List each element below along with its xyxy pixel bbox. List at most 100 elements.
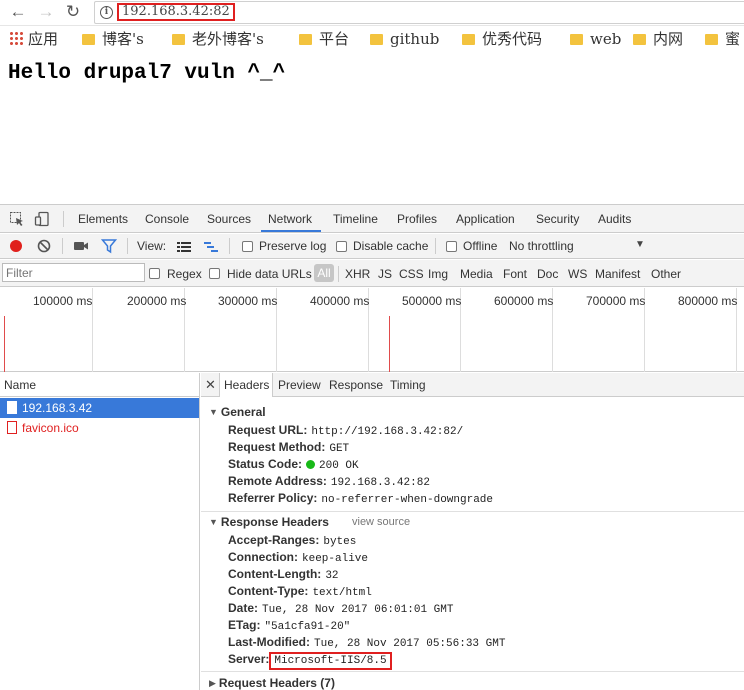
bookmark-folder[interactable]: 蜜: [705, 29, 740, 49]
name-column-header[interactable]: Name: [0, 373, 199, 397]
tab-security[interactable]: Security: [536, 212, 579, 226]
devtools-tab-bar: Elements Console Sources Network Timelin…: [0, 205, 744, 233]
tab-preview[interactable]: Preview: [278, 378, 321, 392]
bookmark-folder[interactable]: 平台: [299, 29, 349, 49]
url-text[interactable]: 192.168.3.42:82: [117, 3, 235, 21]
tab-elements[interactable]: Elements: [78, 212, 128, 226]
tab-profiles[interactable]: Profiles: [397, 212, 437, 226]
request-row[interactable]: 192.168.3.42: [0, 398, 199, 418]
filter-media[interactable]: Media: [460, 267, 493, 281]
content-length-row: Content-Length: 32: [228, 567, 339, 582]
active-tab-indicator: [261, 230, 321, 232]
filter-other[interactable]: Other: [651, 267, 681, 281]
device-toolbar-icon[interactable]: [34, 211, 50, 227]
dom-content-loaded-marker: [4, 316, 5, 372]
folder-icon: [82, 34, 95, 45]
hide-data-urls-label: Hide data URLs: [227, 267, 312, 281]
address-bar[interactable]: i 192.168.3.42:82: [94, 1, 744, 24]
disable-cache-checkbox[interactable]: [336, 241, 347, 252]
filter-js[interactable]: JS: [378, 267, 392, 281]
filter-bar: Regex Hide data URLs All XHR JS CSS Img …: [0, 260, 744, 287]
expanded-arrow-icon: ▼: [209, 407, 218, 417]
tab-response[interactable]: Response: [329, 378, 383, 392]
throttling-select[interactable]: No throttling: [509, 239, 574, 253]
content-type-row: Content-Type: text/html: [228, 584, 372, 599]
bookmark-folder[interactable]: 博客's: [82, 29, 144, 49]
accept-ranges-row: Accept-Ranges: bytes: [228, 533, 357, 548]
request-headers-section-toggle[interactable]: ▶ Request Headers (7): [209, 676, 335, 690]
capture-screenshots-icon[interactable]: [73, 238, 89, 254]
connection-row: Connection: keep-alive: [228, 550, 369, 565]
offline-checkbox[interactable]: [446, 241, 457, 252]
back-button[interactable]: ←: [8, 2, 28, 22]
filter-doc[interactable]: Doc: [537, 267, 558, 281]
record-icon[interactable]: [8, 238, 24, 254]
filter-xhr[interactable]: XHR: [345, 267, 370, 281]
network-toolbar: View: Preserve log Disable cache Offline…: [0, 234, 744, 259]
clear-icon[interactable]: [36, 238, 52, 254]
large-rows-icon[interactable]: [176, 239, 192, 255]
filter-icon[interactable]: [101, 238, 117, 254]
info-icon[interactable]: i: [100, 6, 113, 19]
folder-icon: [299, 34, 312, 45]
detail-tab-bar: ✕ Headers Preview Response Timing: [201, 373, 744, 397]
regex-checkbox[interactable]: [149, 268, 160, 279]
forward-button[interactable]: →: [36, 2, 56, 22]
filter-img[interactable]: Img: [428, 267, 448, 281]
reload-button[interactable]: ↻: [63, 2, 83, 22]
date-row: Date: Tue, 28 Nov 2017 06:01:01 GMT: [228, 601, 454, 616]
preserve-log-label: Preserve log: [259, 239, 327, 253]
preserve-log-checkbox[interactable]: [242, 241, 253, 252]
devtools-panel: Elements Console Sources Network Timelin…: [0, 204, 744, 690]
timeline-tick-label: 100000 ms: [33, 294, 93, 308]
tab-timeline[interactable]: Timeline: [333, 212, 378, 226]
response-headers-section-toggle[interactable]: ▼ Response Headers: [209, 515, 329, 529]
folder-icon: [633, 34, 646, 45]
tab-application[interactable]: Application: [456, 212, 515, 226]
throttling-dropdown-icon[interactable]: ▼: [635, 239, 645, 250]
tab-network[interactable]: Network: [268, 212, 312, 226]
view-source-link[interactable]: view source: [352, 516, 410, 528]
inspect-element-icon[interactable]: [9, 211, 25, 227]
filter-input[interactable]: [2, 263, 145, 282]
collapsed-arrow-icon: ▶: [209, 678, 216, 688]
general-section-toggle[interactable]: ▼ General: [209, 405, 266, 419]
tab-console[interactable]: Console: [145, 212, 189, 226]
network-overview-timeline[interactable]: 100000 ms 200000 ms 300000 ms 400000 ms …: [0, 288, 744, 372]
folder-icon: [172, 34, 185, 45]
server-row: Server: Microsoft-IIS/8.5: [228, 652, 392, 670]
regex-label: Regex: [167, 267, 202, 281]
browser-toolbar: ← → ↻ i 192.168.3.42:82: [0, 0, 744, 26]
timeline-tick-label: 500000 ms: [402, 294, 462, 308]
server-value-highlight: Microsoft-IIS/8.5: [269, 652, 392, 670]
tab-timing[interactable]: Timing: [390, 378, 426, 392]
expanded-arrow-icon: ▼: [209, 517, 218, 527]
bookmark-folder[interactable]: github: [370, 29, 439, 49]
tab-sources[interactable]: Sources: [207, 212, 251, 226]
filter-font[interactable]: Font: [503, 267, 527, 281]
filter-css[interactable]: CSS: [399, 267, 424, 281]
bookmark-folder[interactable]: 内网: [633, 29, 683, 49]
waterfall-overview-icon[interactable]: [203, 239, 219, 255]
bookmark-apps[interactable]: 应用: [9, 29, 58, 49]
tab-headers[interactable]: Headers: [224, 378, 269, 392]
hide-data-urls-checkbox[interactable]: [209, 268, 220, 279]
timeline-tick-label: 800000 ms: [678, 294, 738, 308]
request-url-row: Request URL: http://192.168.3.42:82/: [228, 423, 464, 438]
bookmark-folder[interactable]: web: [570, 29, 621, 49]
close-icon[interactable]: ✕: [205, 377, 216, 393]
offline-label: Offline: [463, 239, 498, 253]
bookmarks-bar: 应用 博客's 老外博客's 平台 github 优秀代码 web 内网 蜜: [0, 26, 744, 52]
tab-audits[interactable]: Audits: [598, 212, 631, 226]
document-icon: [7, 401, 17, 414]
timeline-tick-label: 600000 ms: [494, 294, 554, 308]
bookmark-folder[interactable]: 老外博客's: [172, 29, 264, 49]
timeline-tick-label: 300000 ms: [218, 294, 278, 308]
filter-manifest[interactable]: Manifest: [595, 267, 640, 281]
bookmark-folder[interactable]: 优秀代码: [462, 29, 542, 49]
filter-ws[interactable]: WS: [568, 267, 587, 281]
page-heading: Hello drupal7 vuln ^_^: [8, 62, 286, 85]
filter-all-button[interactable]: All: [314, 264, 334, 282]
remote-address-row: Remote Address: 192.168.3.42:82: [228, 474, 430, 489]
request-row[interactable]: favicon.ico: [0, 418, 199, 438]
